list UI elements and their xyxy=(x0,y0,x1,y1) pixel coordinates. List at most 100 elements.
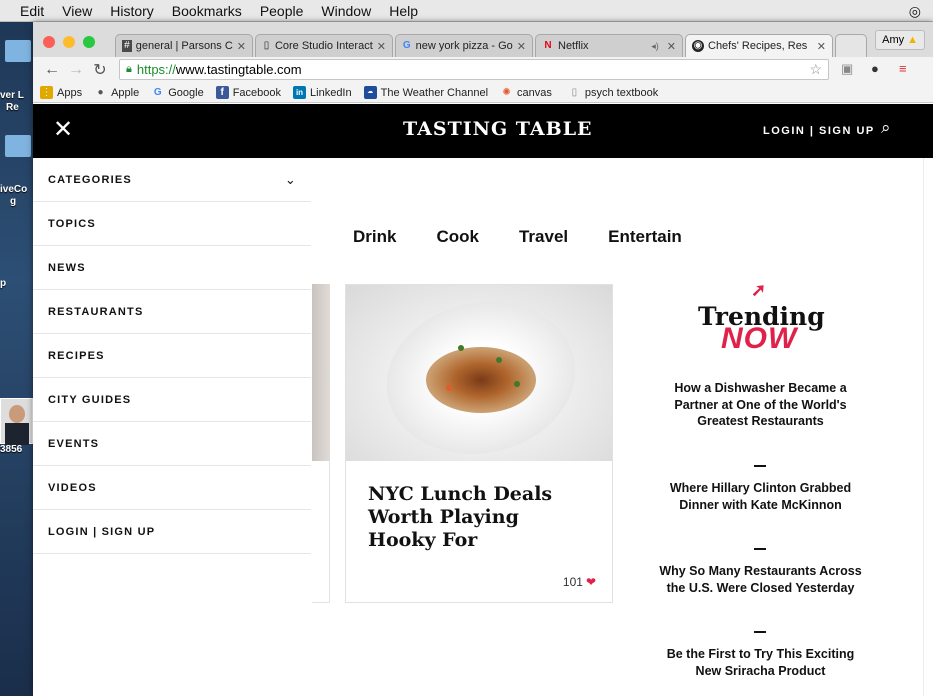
google-icon: G xyxy=(153,87,162,98)
tab-label: new york pizza - Go xyxy=(415,40,513,52)
bookmark-linkedin[interactable]: in LinkedIn xyxy=(293,86,352,99)
desktop-photo-thumbnail[interactable] xyxy=(0,398,33,445)
menu-bookmarks[interactable]: Bookmarks xyxy=(172,3,242,19)
creative-cloud-icon[interactable]: ◎ xyxy=(909,3,921,20)
close-tab-icon[interactable]: ✕ xyxy=(663,40,676,53)
menu-recipes[interactable]: RECIPES xyxy=(33,334,311,378)
tab-netflix[interactable]: N Netflix ◂) ✕ xyxy=(535,34,683,57)
menu-videos[interactable]: VIDEOS xyxy=(33,466,311,510)
menu-topics[interactable]: TOPICS xyxy=(33,202,311,246)
tab-slack[interactable]: # general | Parsons C ✕ xyxy=(115,34,253,57)
bookmark-facebook[interactable]: f Facebook xyxy=(215,86,281,99)
menu-help[interactable]: Help xyxy=(389,3,418,19)
close-menu-icon[interactable]: ✕ xyxy=(53,118,73,142)
audio-playing-icon[interactable]: ◂) xyxy=(651,41,659,52)
bookmark-google[interactable]: G Google xyxy=(151,86,204,99)
tab-tasting-table[interactable]: ◉ Chefs' Recipes, Res ✕ xyxy=(685,34,833,57)
address-bar[interactable]: 🔒︎ https://www.tastingtable.com ☆ xyxy=(119,59,829,80)
minimize-window-button[interactable] xyxy=(63,36,75,48)
partial-card[interactable] xyxy=(312,461,330,603)
profile-button[interactable]: Amy ▲ xyxy=(875,30,925,50)
desktop-label: g xyxy=(10,196,17,207)
tab-label: Chefs' Recipes, Res xyxy=(708,40,808,52)
bookmark-psych-textbook[interactable]: ▯ psych textbook xyxy=(568,86,659,99)
partial-card-image[interactable] xyxy=(312,284,330,461)
trending-now-label: NOW xyxy=(721,322,798,355)
menu-label: TOPICS xyxy=(48,217,96,230)
menu-view[interactable]: View xyxy=(62,3,92,19)
menu-people[interactable]: People xyxy=(260,3,304,19)
article-image[interactable] xyxy=(346,285,612,461)
google-icon: G xyxy=(402,40,411,51)
bookmark-canvas[interactable]: ✺ canvas xyxy=(500,86,552,99)
bookmark-apps[interactable]: ⋮ Apps xyxy=(40,86,82,99)
menu-history[interactable]: History xyxy=(110,3,154,19)
close-tab-icon[interactable]: ✕ xyxy=(513,40,526,53)
document-icon: ▯ xyxy=(263,40,270,51)
close-tab-icon[interactable]: ✕ xyxy=(233,40,246,53)
article-title[interactable]: NYC Lunch Deals Worth Playing Hooky For xyxy=(368,483,568,552)
web-page: ✕ TASTING TABLE LOGIN | SIGN UP ⌕ Drink … xyxy=(33,104,933,696)
divider xyxy=(754,465,766,467)
close-tab-icon[interactable]: ✕ xyxy=(373,40,386,53)
folder-icon[interactable] xyxy=(5,40,31,62)
menu-label: VIDEOS xyxy=(48,481,97,494)
menu-hamburger-icon[interactable]: ≡ xyxy=(899,61,907,76)
profile-name: Amy xyxy=(882,34,905,46)
slack-icon: # xyxy=(122,40,132,52)
desktop-label: Re xyxy=(6,102,19,113)
bookmark-label: canvas xyxy=(517,86,552,99)
bookmark-apple[interactable]: ● Apple xyxy=(94,86,140,99)
close-tab-icon[interactable]: ✕ xyxy=(813,40,826,53)
menu-categories[interactable]: CATEGORIES ⌄ xyxy=(33,158,311,202)
menu-city-guides[interactable]: CITY GUIDES xyxy=(33,378,311,422)
document-icon: ▯ xyxy=(571,87,578,98)
article-card[interactable]: NYC Lunch Deals Worth Playing Hooky For … xyxy=(345,284,613,603)
menu-label: CATEGORIES xyxy=(48,173,132,186)
folder-icon[interactable] xyxy=(5,135,31,157)
like-count[interactable]: 101 ❤ xyxy=(563,575,596,589)
trending-story[interactable]: Be the First to Try This Exciting New Sr… xyxy=(658,646,863,679)
menu-window[interactable]: Window xyxy=(321,3,371,19)
bookmark-star-icon[interactable]: ☆ xyxy=(809,61,822,78)
extension-r-icon[interactable]: ▣ xyxy=(841,61,853,77)
bookmark-weather[interactable]: ☁ The Weather Channel xyxy=(363,86,488,99)
new-tab-button[interactable] xyxy=(835,34,867,57)
like-count-value: 101 xyxy=(562,575,583,589)
menu-restaurants[interactable]: RESTAURANTS xyxy=(33,290,311,334)
nav-cook[interactable]: Cook xyxy=(436,227,479,247)
zoom-window-button[interactable] xyxy=(83,36,95,48)
menu-label: LOGIN | SIGN UP xyxy=(48,525,156,538)
close-window-button[interactable] xyxy=(43,36,55,48)
chevron-down-icon[interactable]: ⌄ xyxy=(285,172,297,188)
forward-icon[interactable]: → xyxy=(67,61,85,79)
desktop-label: 3856 xyxy=(0,444,23,455)
trending-story[interactable]: How a Dishwasher Became a Partner at One… xyxy=(658,380,863,430)
extension-drop-icon[interactable]: ● xyxy=(871,61,879,76)
site-logo[interactable]: TASTING TABLE xyxy=(403,118,593,140)
url-host: www.tastingtable.com xyxy=(175,62,302,77)
tab-google-search[interactable]: G new york pizza - Go ✕ xyxy=(395,34,533,57)
nav-drink[interactable]: Drink xyxy=(353,227,396,247)
bookmark-label: psych textbook xyxy=(584,86,659,99)
menu-events[interactable]: EVENTS xyxy=(33,422,311,466)
menu-edit[interactable]: Edit xyxy=(20,3,44,19)
mac-menubar: Edit View History Bookmarks People Windo… xyxy=(0,0,933,22)
tastingtable-icon: ◉ xyxy=(692,40,704,52)
reload-icon[interactable]: ↻ xyxy=(91,60,109,80)
search-icon[interactable]: ⌕ xyxy=(881,118,891,138)
nav-travel[interactable]: Travel xyxy=(519,227,568,247)
menu-login[interactable]: LOGIN | SIGN UP xyxy=(33,510,311,554)
back-icon[interactable]: ← xyxy=(43,61,61,79)
side-navigation-menu: CATEGORIES ⌄ TOPICS NEWS RESTAURANTS RECI… xyxy=(33,158,311,696)
site-header: ✕ TASTING TABLE LOGIN | SIGN UP ⌕ xyxy=(33,104,933,158)
menu-news[interactable]: NEWS xyxy=(33,246,311,290)
trending-story[interactable]: Why So Many Restaurants Across the U.S. … xyxy=(658,563,863,596)
browser-toolbar: ← → ↻ 🔒︎ https://www.tastingtable.com ☆ … xyxy=(33,57,933,83)
heart-icon[interactable]: ❤ xyxy=(586,575,596,589)
header-login-link[interactable]: LOGIN | SIGN UP xyxy=(763,125,875,137)
bookmark-label: Apps xyxy=(57,86,83,99)
trending-story[interactable]: Where Hillary Clinton Grabbed Dinner wit… xyxy=(658,480,863,513)
tab-core-studio[interactable]: ▯ Core Studio Interact ✕ xyxy=(255,34,393,57)
nav-entertain[interactable]: Entertain xyxy=(608,227,682,247)
